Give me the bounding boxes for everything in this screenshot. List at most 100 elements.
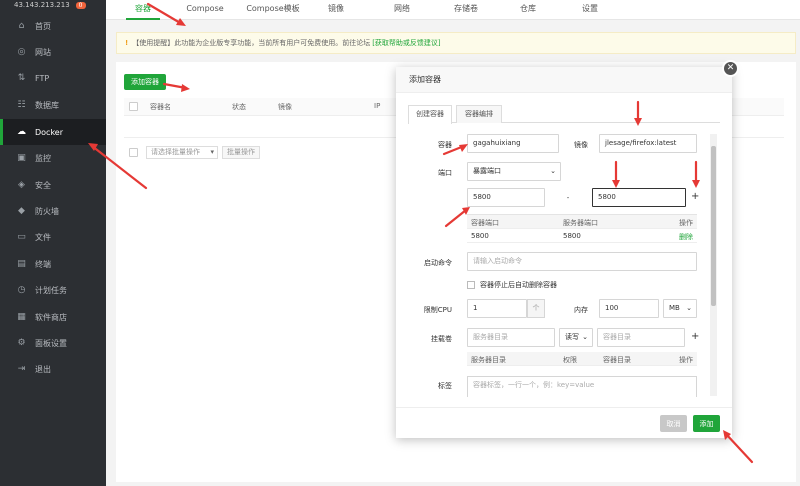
col-volume-action: 操作	[679, 356, 693, 364]
sidebar-item-globe[interactable]: ◎ 网站	[0, 39, 106, 65]
sidebar-item-logout[interactable]: ⇥ 退出	[0, 356, 106, 382]
memory-label: 内存	[574, 306, 588, 314]
container-name-input[interactable]: gagahuixiang	[467, 134, 559, 153]
grid-icon: ▦	[17, 312, 26, 322]
clock-icon: ◷	[17, 285, 26, 295]
col-ip: IP	[374, 102, 381, 110]
sidebar-item-terminal[interactable]: ▤ 终端	[0, 251, 106, 277]
sidebar-item-ftp[interactable]: ⇅ FTP	[0, 65, 106, 91]
sidebar-item-shield[interactable]: ◈ 安全	[0, 172, 106, 198]
table-row: 5800 5800 删除	[467, 229, 697, 243]
tab-compose-template[interactable]: Compose模板	[242, 0, 304, 20]
notification-badge[interactable]: 0	[75, 1, 86, 9]
memory-unit-select[interactable]: MB ⌄	[663, 299, 697, 318]
server-address: 43.143.213.213 0	[0, 0, 106, 10]
chevron-down-icon: ▾	[210, 148, 214, 156]
submit-add-button[interactable]: 添加	[693, 415, 720, 432]
batch-checkbox[interactable]	[129, 148, 138, 157]
close-icon[interactable]: ✕	[722, 60, 739, 77]
sidebar-item-label: 网站	[35, 47, 51, 57]
tab-settings[interactable]: 设置	[576, 0, 604, 20]
sidebar-item-home[interactable]: ⌂ 首页	[0, 13, 106, 39]
volume-server-input[interactable]: 服务器目录	[467, 328, 555, 347]
chevron-down-icon: ⌄	[582, 333, 588, 341]
sidebar-item-label: 安全	[35, 180, 51, 190]
warning-icon: !	[125, 39, 129, 47]
sidebar-item-clock[interactable]: ◷ 计划任务	[0, 277, 106, 303]
dialog-tabs: 创建容器 容器编排	[408, 105, 720, 124]
port-label: 端口	[438, 169, 452, 177]
sidebar-item-label: FTP	[35, 73, 50, 83]
labels-textarea[interactable]: 容器标签，一行一个，例：key=value	[467, 376, 697, 397]
dialog-footer: 取消 添加	[396, 407, 732, 438]
add-container-dialog: 添加容器 创建容器 容器编排 容器 gagahuixiang 镜像 jlesag…	[396, 67, 732, 438]
batch-action-button[interactable]: 批量操作	[222, 146, 260, 159]
tab-compose-container[interactable]: 容器编排	[456, 105, 502, 123]
home-icon: ⌂	[18, 21, 25, 31]
sidebar-item-label: 首页	[35, 21, 51, 31]
sidebar-item-label: 文件	[35, 232, 51, 242]
cpu-unit-stepper[interactable]: 个	[527, 299, 545, 318]
database-icon: ☷	[17, 100, 26, 110]
sidebar-item-gear[interactable]: ⚙ 面板设置	[0, 330, 106, 356]
sidebar-item-label: 面板设置	[35, 338, 67, 348]
col-action: 操作	[679, 219, 693, 227]
add-port-icon[interactable]: +	[691, 191, 699, 202]
sidebar-item-label: 终端	[35, 259, 51, 269]
sidebar-item-label: 监控	[35, 153, 51, 163]
volume-mode-select[interactable]: 读写 ⌄	[559, 328, 593, 347]
image-label: 镜像	[574, 141, 588, 149]
delete-port-link[interactable]: 删除	[679, 232, 693, 242]
chevron-down-icon: ⌄	[550, 167, 556, 175]
container-port-input[interactable]: 5800	[467, 188, 545, 207]
sidebar-item-monitor[interactable]: ▣ 监控	[0, 145, 106, 171]
volume-container-input[interactable]: 容器目录	[597, 328, 685, 347]
col-permission: 权限	[563, 356, 577, 364]
scrollbar-thumb[interactable]	[711, 146, 716, 306]
port-table: 容器端口 服务器端口 操作 5800 5800 删除	[467, 214, 697, 243]
auto-remove-checkbox[interactable]	[467, 281, 475, 289]
tab-registry[interactable]: 仓库	[514, 0, 542, 20]
folder-icon: ▭	[17, 232, 26, 242]
add-container-button[interactable]: 添加容器	[124, 74, 166, 90]
sidebar-item-firewall[interactable]: ◆ 防火墙	[0, 198, 106, 224]
auto-remove-label: 容器停止后自动删除容器	[480, 281, 557, 289]
select-all-checkbox[interactable]	[129, 102, 138, 111]
add-volume-icon[interactable]: +	[691, 331, 699, 342]
auto-remove-option[interactable]: 容器停止后自动删除容器	[467, 280, 557, 290]
logout-icon: ⇥	[17, 364, 26, 374]
cancel-button[interactable]: 取消	[660, 415, 687, 432]
batch-select-text: 请选择批量操作	[151, 148, 200, 156]
firewall-icon: ◆	[18, 206, 25, 216]
sidebar-item-label: 软件商店	[35, 312, 67, 322]
port-separator: -	[566, 194, 570, 202]
sidebar-item-docker[interactable]: ☁ Docker	[0, 119, 106, 145]
top-tabs: 容器 Compose Compose模板 镜像 网络 存储卷 仓库 设置	[106, 0, 800, 20]
tab-create-container[interactable]: 创建容器	[408, 105, 452, 124]
host-port-input[interactable]: 5800	[592, 188, 686, 207]
row-server-port: 5800	[563, 232, 581, 240]
col-container-port: 容器端口	[471, 219, 499, 227]
sidebar-item-label: 防火墙	[35, 206, 59, 216]
image-input[interactable]: jlesage/firefox:latest	[599, 134, 697, 153]
notice-text: 【使用提醒】此功能为企业版专享功能，当前所有用户可免费使用。前往论坛	[132, 39, 371, 47]
volume-table-header: 服务器目录 权限 容器目录 操作	[467, 352, 697, 366]
tab-volumes[interactable]: 存储卷	[448, 0, 484, 20]
cpu-limit-input[interactable]: 1	[467, 299, 527, 318]
batch-select[interactable]: 请选择批量操作 ▾	[146, 146, 218, 159]
shield-icon: ◈	[18, 180, 25, 190]
tab-images[interactable]: 镜像	[322, 0, 350, 20]
start-command-input[interactable]: 请输入启动命令	[467, 252, 697, 271]
feedback-link[interactable]: [获取帮助或反馈建议]	[372, 38, 440, 48]
memory-input[interactable]: 100	[599, 299, 659, 318]
sidebar-item-folder[interactable]: ▭ 文件	[0, 224, 106, 250]
tab-containers[interactable]: 容器	[126, 0, 160, 20]
volume-mode-value: 读写	[565, 333, 579, 341]
form-scrollbar[interactable]	[710, 134, 717, 396]
port-mode-select[interactable]: 暴露端口 ⌄	[467, 162, 561, 181]
sidebar-item-database[interactable]: ☷ 数据库	[0, 92, 106, 118]
col-container-dir: 容器目录	[603, 356, 631, 364]
tab-network[interactable]: 网络	[388, 0, 416, 20]
sidebar-item-grid[interactable]: ▦ 软件商店	[0, 304, 106, 330]
tab-compose[interactable]: Compose	[182, 0, 228, 20]
